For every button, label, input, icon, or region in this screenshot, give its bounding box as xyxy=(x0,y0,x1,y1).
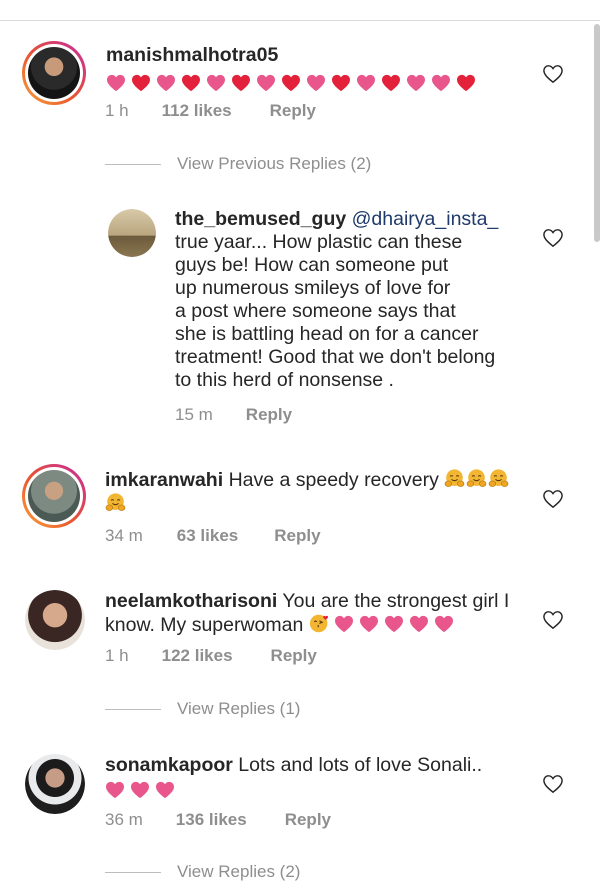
timestamp: 1 h xyxy=(105,646,129,665)
reply-button[interactable]: Reply xyxy=(274,526,320,546)
kissing-face-icon xyxy=(309,613,330,634)
red-heart-icon xyxy=(381,74,401,92)
comment-line: up numerous smileys of love for xyxy=(175,277,451,299)
pink-heart-icon xyxy=(434,615,454,633)
emoji-row xyxy=(105,780,180,802)
comment-meta: 36 m 136 likes Reply xyxy=(105,810,331,830)
view-previous-replies-label[interactable]: View Previous Replies (2) xyxy=(177,154,371,173)
pink-heart-icon xyxy=(155,781,175,799)
divider-dash xyxy=(105,709,161,711)
reply-button[interactable]: Reply xyxy=(270,101,316,121)
likes-count[interactable]: 136 likes xyxy=(176,810,247,830)
timestamp: 1 h xyxy=(105,101,129,120)
emoji-row xyxy=(106,73,481,95)
like-heart-icon[interactable] xyxy=(542,228,564,248)
like-heart-icon[interactable] xyxy=(542,774,564,794)
timestamp: 15 m xyxy=(175,405,213,424)
comment-line: she is battling head on for a cancer xyxy=(175,323,479,345)
comment-body: sonamkapoor Lots and lots of love Sonali… xyxy=(105,754,535,800)
timestamp: 36 m xyxy=(105,810,143,829)
likes-count[interactable]: 122 likes xyxy=(162,646,233,666)
pink-heart-icon xyxy=(334,615,354,633)
mention-link[interactable]: @dhairya_insta_ xyxy=(352,208,499,230)
username[interactable]: manishmalhotra05 xyxy=(106,44,278,66)
pink-heart-icon xyxy=(359,615,379,633)
top-divider xyxy=(0,20,600,21)
comment-meta: 15 m Reply xyxy=(175,405,292,425)
comment-body: the_bemused_guy @dhairya_insta_ true yaa… xyxy=(175,208,535,392)
pink-heart-icon xyxy=(306,74,326,92)
pink-heart-icon xyxy=(409,615,429,633)
like-heart-icon[interactable] xyxy=(542,610,564,630)
username[interactable]: imkaranwahi xyxy=(105,469,223,491)
red-heart-icon xyxy=(281,74,301,92)
pink-heart-icon xyxy=(431,74,451,92)
avatar[interactable] xyxy=(22,464,86,528)
reply-button[interactable]: Reply xyxy=(285,810,331,830)
hugging-face-icon xyxy=(488,468,509,489)
red-heart-icon xyxy=(231,74,251,92)
red-heart-icon xyxy=(131,74,151,92)
red-heart-icon xyxy=(181,74,201,92)
likes-count[interactable]: 112 likes xyxy=(162,101,232,121)
comment-body: manishmalhotra05 xyxy=(106,44,526,90)
avatar[interactable] xyxy=(22,41,86,105)
comment-line: true yaar... How plastic can these xyxy=(175,231,463,253)
username[interactable]: neelamkotharisoni xyxy=(105,590,277,612)
view-previous-replies[interactable]: View Previous Replies (2) xyxy=(105,154,371,174)
avatar[interactable] xyxy=(25,754,85,814)
comment-line: treatment! Good that we don't belong xyxy=(175,346,496,368)
comment-text: You are the strongest girl I xyxy=(282,590,510,612)
pink-heart-icon xyxy=(106,74,126,92)
pink-heart-icon xyxy=(384,615,404,633)
red-heart-icon xyxy=(331,74,351,92)
hugging-face-icon xyxy=(466,468,487,489)
avatar[interactable] xyxy=(25,590,85,650)
reply-button[interactable]: Reply xyxy=(271,646,317,666)
divider-dash xyxy=(105,164,161,166)
view-replies[interactable]: View Replies (2) xyxy=(105,862,300,882)
like-heart-icon[interactable] xyxy=(542,64,564,84)
pink-heart-icon xyxy=(105,781,125,799)
like-heart-icon[interactable] xyxy=(542,489,564,509)
hugging-face-icon xyxy=(105,492,126,513)
pink-heart-icon xyxy=(156,74,176,92)
comment-text: Have a speedy recovery xyxy=(228,469,439,491)
timestamp: 34 m xyxy=(105,526,143,545)
likes-count[interactable]: 63 likes xyxy=(177,526,238,546)
pink-heart-icon xyxy=(206,74,226,92)
username[interactable]: the_bemused_guy xyxy=(175,208,346,230)
pink-heart-icon xyxy=(256,74,276,92)
hugging-face-icon xyxy=(444,468,465,489)
scrollbar[interactable] xyxy=(594,24,600,242)
view-replies-label[interactable]: View Replies (1) xyxy=(177,699,300,718)
comment-text: Lots and lots of love Sonali.. xyxy=(238,754,483,776)
red-heart-icon xyxy=(456,74,476,92)
comment-line: to this herd of nonsense . xyxy=(175,369,394,391)
comment-line: guys be! How can someone put xyxy=(175,254,449,276)
comment-meta: 1 h 122 likes Reply xyxy=(105,646,317,666)
pink-heart-icon xyxy=(406,74,426,92)
comment-line: a post where someone says that xyxy=(175,300,456,322)
comment-body: neelamkotharisoni You are the strongest … xyxy=(105,590,535,637)
divider-dash xyxy=(105,872,161,874)
comment-meta: 1 h 112 likes Reply xyxy=(105,101,316,121)
username[interactable]: sonamkapoor xyxy=(105,754,233,776)
comment-body: imkaranwahi Have a speedy recovery xyxy=(105,468,535,516)
reply-button[interactable]: Reply xyxy=(246,405,292,425)
comment-text-line2: know. My superwoman xyxy=(105,614,304,636)
view-replies[interactable]: View Replies (1) xyxy=(105,699,300,719)
pink-heart-icon xyxy=(356,74,376,92)
comment-meta: 34 m 63 likes Reply xyxy=(105,526,321,546)
pink-heart-icon xyxy=(130,781,150,799)
avatar[interactable] xyxy=(108,209,156,257)
